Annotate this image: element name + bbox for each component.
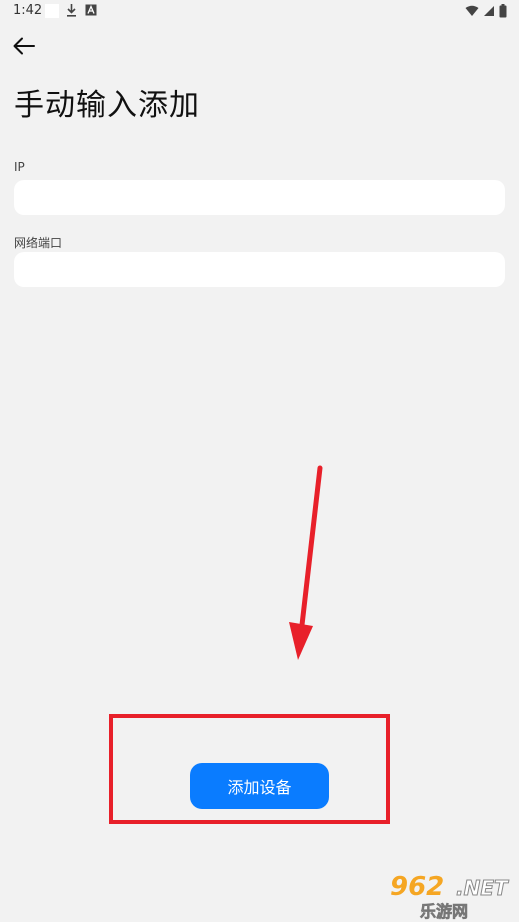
annotation-arrow — [289, 465, 323, 660]
watermark-logo: 962 .NET 乐游网 — [380, 870, 514, 921]
ip-input[interactable] — [14, 180, 505, 215]
download-icon — [67, 4, 76, 17]
arrow-left-icon — [13, 37, 35, 55]
status-bar: 1:42 — [0, 0, 519, 24]
ip-label: IP — [14, 160, 25, 174]
page-title: 手动输入添加 — [14, 88, 200, 123]
status-icons — [465, 4, 507, 18]
status-time: 1:42 — [13, 3, 43, 18]
watermark-sub: 乐游网 — [420, 902, 469, 922]
a-icon — [85, 4, 97, 16]
back-button[interactable] — [8, 30, 40, 62]
port-label: 网络端口 — [14, 236, 63, 250]
add-device-button[interactable]: 添加设备 — [190, 763, 329, 809]
watermark-suffix: .NET — [456, 876, 509, 901]
wifi-icon — [465, 5, 479, 16]
battery-icon — [499, 4, 507, 18]
port-input[interactable] — [14, 252, 505, 287]
signal-icon — [484, 6, 494, 16]
notification-square-icon — [45, 4, 59, 18]
